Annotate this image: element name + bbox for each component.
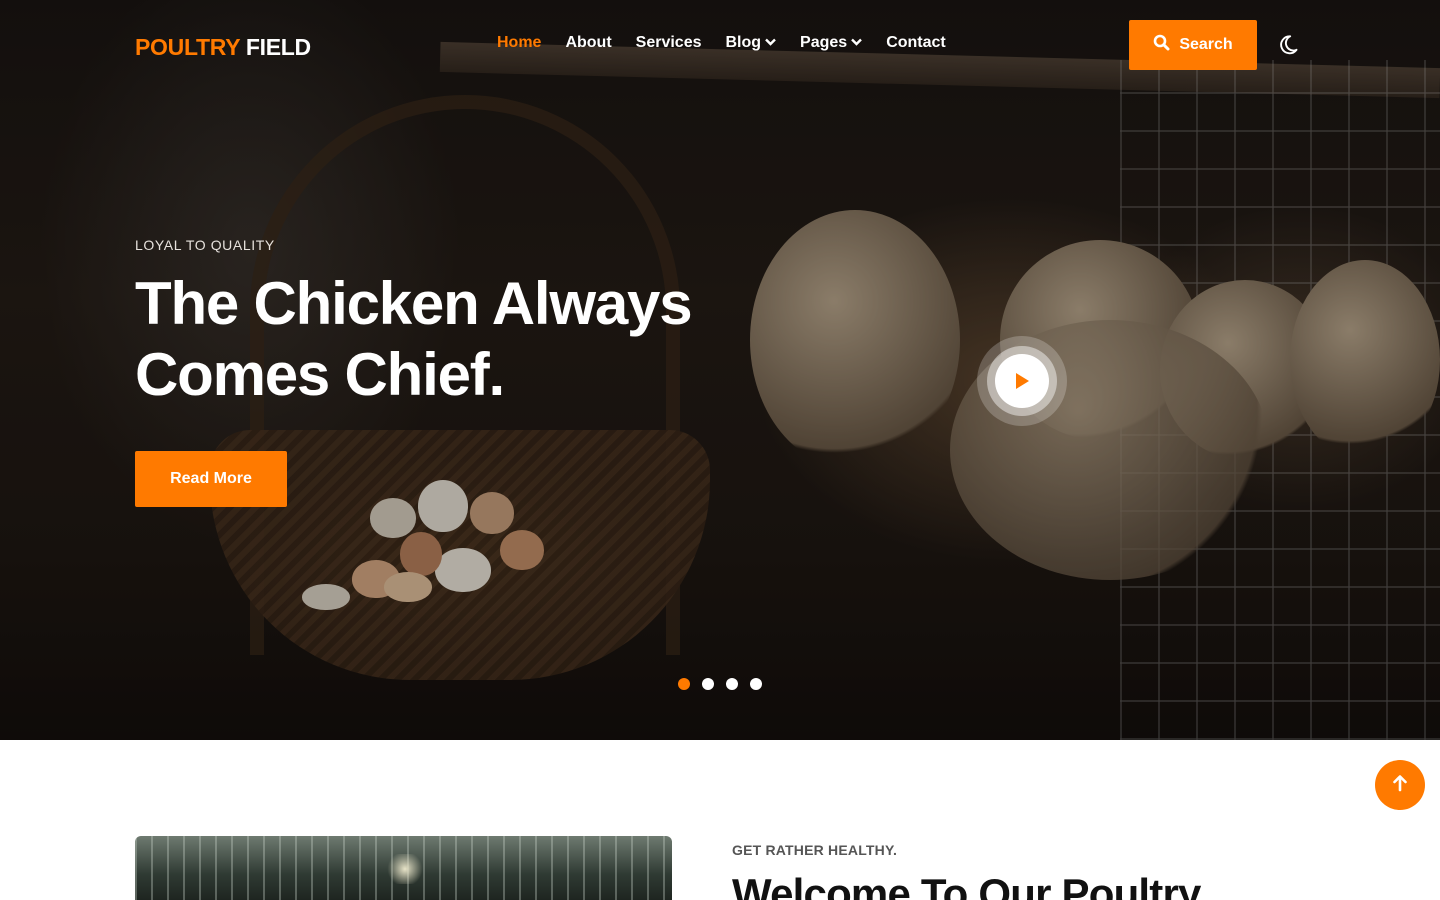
- slider-dot-2[interactable]: [702, 678, 714, 690]
- nav-item-blog[interactable]: Blog: [726, 34, 777, 52]
- nav-item-label: Services: [635, 34, 702, 51]
- play-icon: [995, 354, 1049, 408]
- search-button[interactable]: Search: [1129, 20, 1257, 70]
- play-ring: [987, 346, 1057, 416]
- arrow-up-icon: [1392, 774, 1408, 796]
- read-more-button[interactable]: Read More: [135, 451, 287, 507]
- nav-item-label: Blog: [725, 34, 762, 51]
- headline-line-2: Comes Chief.: [135, 341, 505, 408]
- about-image: [135, 836, 672, 900]
- scroll-to-top-button[interactable]: [1375, 760, 1425, 810]
- chevron-down-icon: [765, 38, 776, 49]
- about-eyebrow: GET RATHER HEALTHY.: [732, 842, 898, 858]
- chevron-down-icon: [851, 38, 863, 49]
- main-nav: Home About Services Blog Pages Contact: [497, 34, 946, 52]
- nav-item-label: About: [565, 34, 612, 51]
- slider-dots: [678, 678, 762, 690]
- nav-item-contact[interactable]: Contact: [886, 34, 946, 52]
- image-light: [385, 854, 425, 884]
- nav-item-label: Contact: [886, 34, 946, 51]
- search-icon: [1153, 34, 1170, 56]
- hero-headline: The Chicken Always Comes Chief.: [135, 268, 735, 410]
- logo-part2: FIELD: [245, 34, 311, 60]
- hero-eyebrow: LOYAL TO QUALITY: [135, 237, 275, 253]
- logo[interactable]: POULTRY FIELD: [135, 34, 311, 61]
- slider-dot-1[interactable]: [678, 678, 690, 690]
- moon-icon[interactable]: [1278, 31, 1304, 57]
- nav-item-label: Pages: [800, 34, 848, 51]
- nav-item-label: Home: [497, 34, 542, 51]
- logo-part1: POULTRY: [135, 34, 240, 60]
- headline-line-1: The Chicken Always: [135, 270, 693, 337]
- slider-dot-3[interactable]: [726, 678, 738, 690]
- about-title: Welcome To Our Poultry: [732, 870, 1201, 900]
- nav-item-about[interactable]: About: [565, 34, 611, 52]
- slider-dot-4[interactable]: [750, 678, 762, 690]
- search-label: Search: [1179, 36, 1233, 53]
- video-play-button[interactable]: [977, 336, 1067, 426]
- nav-item-services[interactable]: Services: [636, 34, 702, 52]
- nav-item-pages[interactable]: Pages: [800, 34, 863, 52]
- nav-item-home[interactable]: Home: [497, 34, 541, 52]
